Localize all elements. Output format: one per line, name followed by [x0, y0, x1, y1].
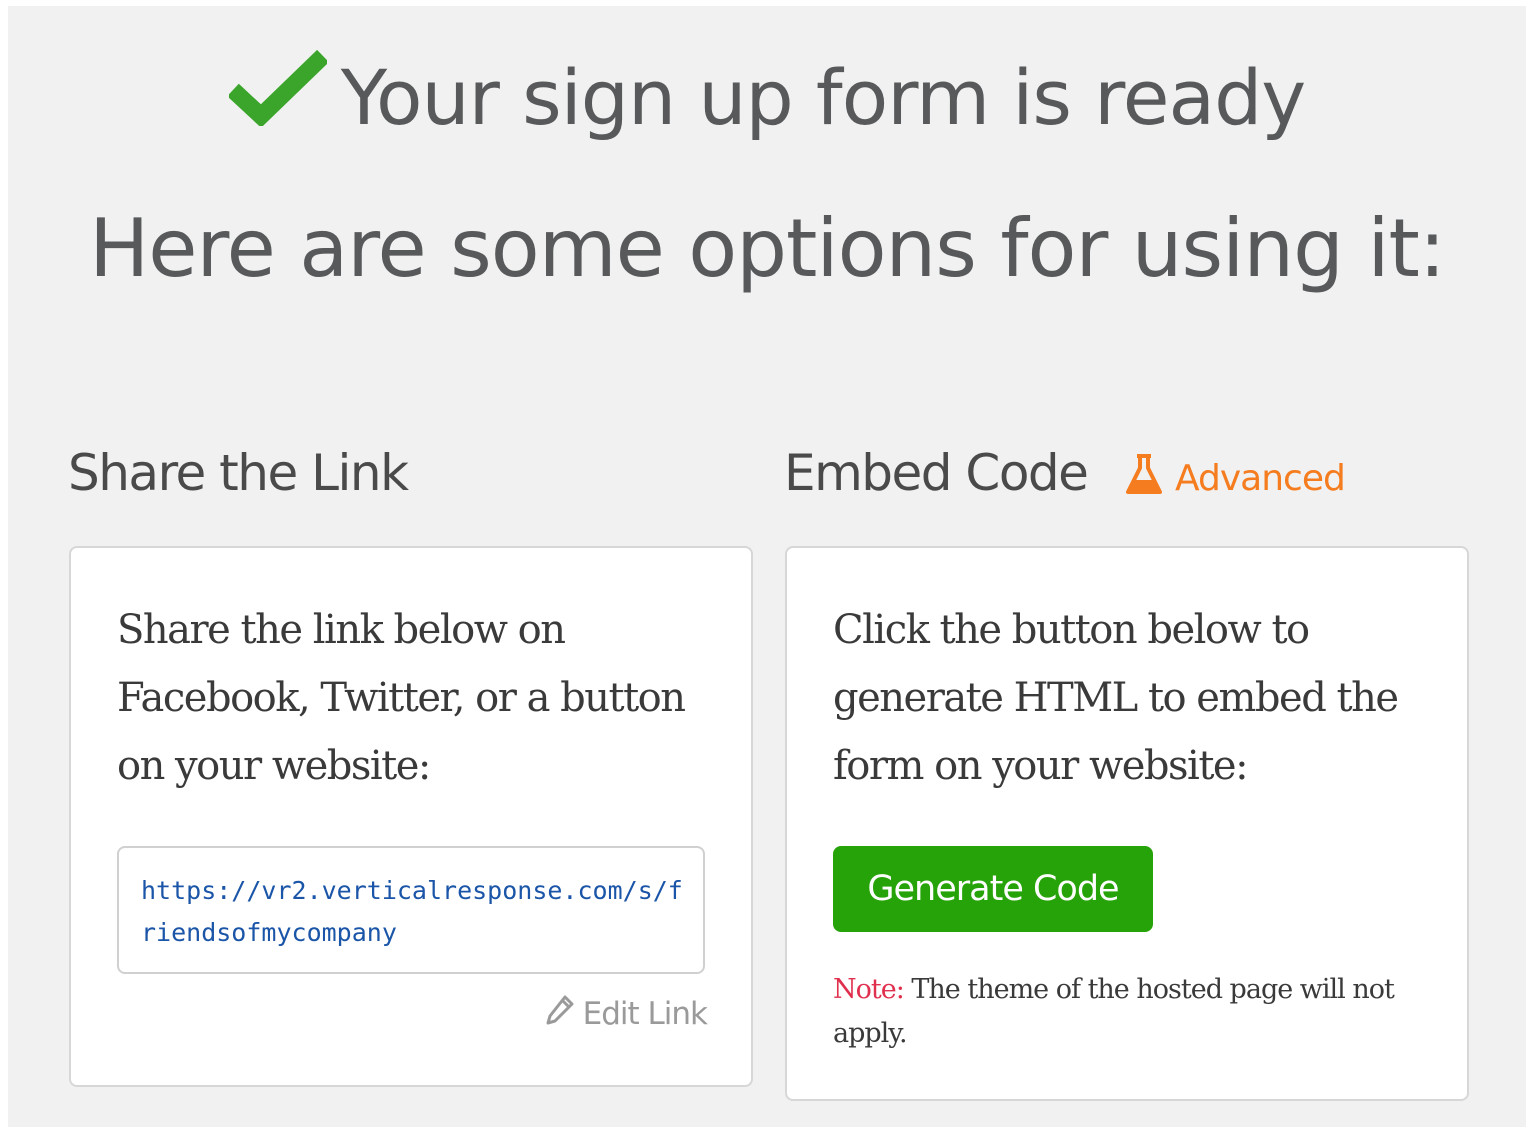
advanced-label: Advanced: [1175, 458, 1346, 499]
share-url-field[interactable]: https://vr2.verticalresponse.com/s/frien…: [117, 846, 705, 974]
embed-code-card: Click the button below to generate HTML …: [785, 546, 1469, 1101]
page-title: Your sign up form is ready: [8, 49, 1526, 144]
share-link-heading: Share the Link: [68, 444, 409, 502]
note-text: The theme of the hosted page will not ap…: [833, 974, 1395, 1049]
checkmark-icon: [226, 49, 329, 144]
share-link-description: Share the link below on Facebook, Twitte…: [117, 607, 686, 789]
share-link-card: Share the link below on Facebook, Twitte…: [69, 546, 753, 1087]
flask-icon: [1125, 452, 1163, 505]
embed-code-description: Click the button below to generate HTML …: [833, 607, 1399, 789]
edit-link-button[interactable]: Edit Link: [545, 994, 708, 1034]
page-title-text: Your sign up form is ready: [340, 53, 1307, 142]
hosted-page-note: Note: The theme of the hosted page will …: [833, 968, 1433, 1056]
advanced-link[interactable]: Advanced: [1125, 452, 1346, 505]
sign-up-form-ready-page: Your sign up form is ready Here are some…: [8, 6, 1526, 1127]
pencil-icon: [545, 994, 575, 1034]
note-label: Note:: [833, 974, 905, 1005]
edit-link-label: Edit Link: [582, 996, 708, 1032]
embed-code-heading: Embed Code: [784, 444, 1089, 502]
generate-code-button[interactable]: Generate Code: [833, 846, 1153, 932]
page-subtitle: Here are some options for using it:: [89, 202, 1446, 295]
